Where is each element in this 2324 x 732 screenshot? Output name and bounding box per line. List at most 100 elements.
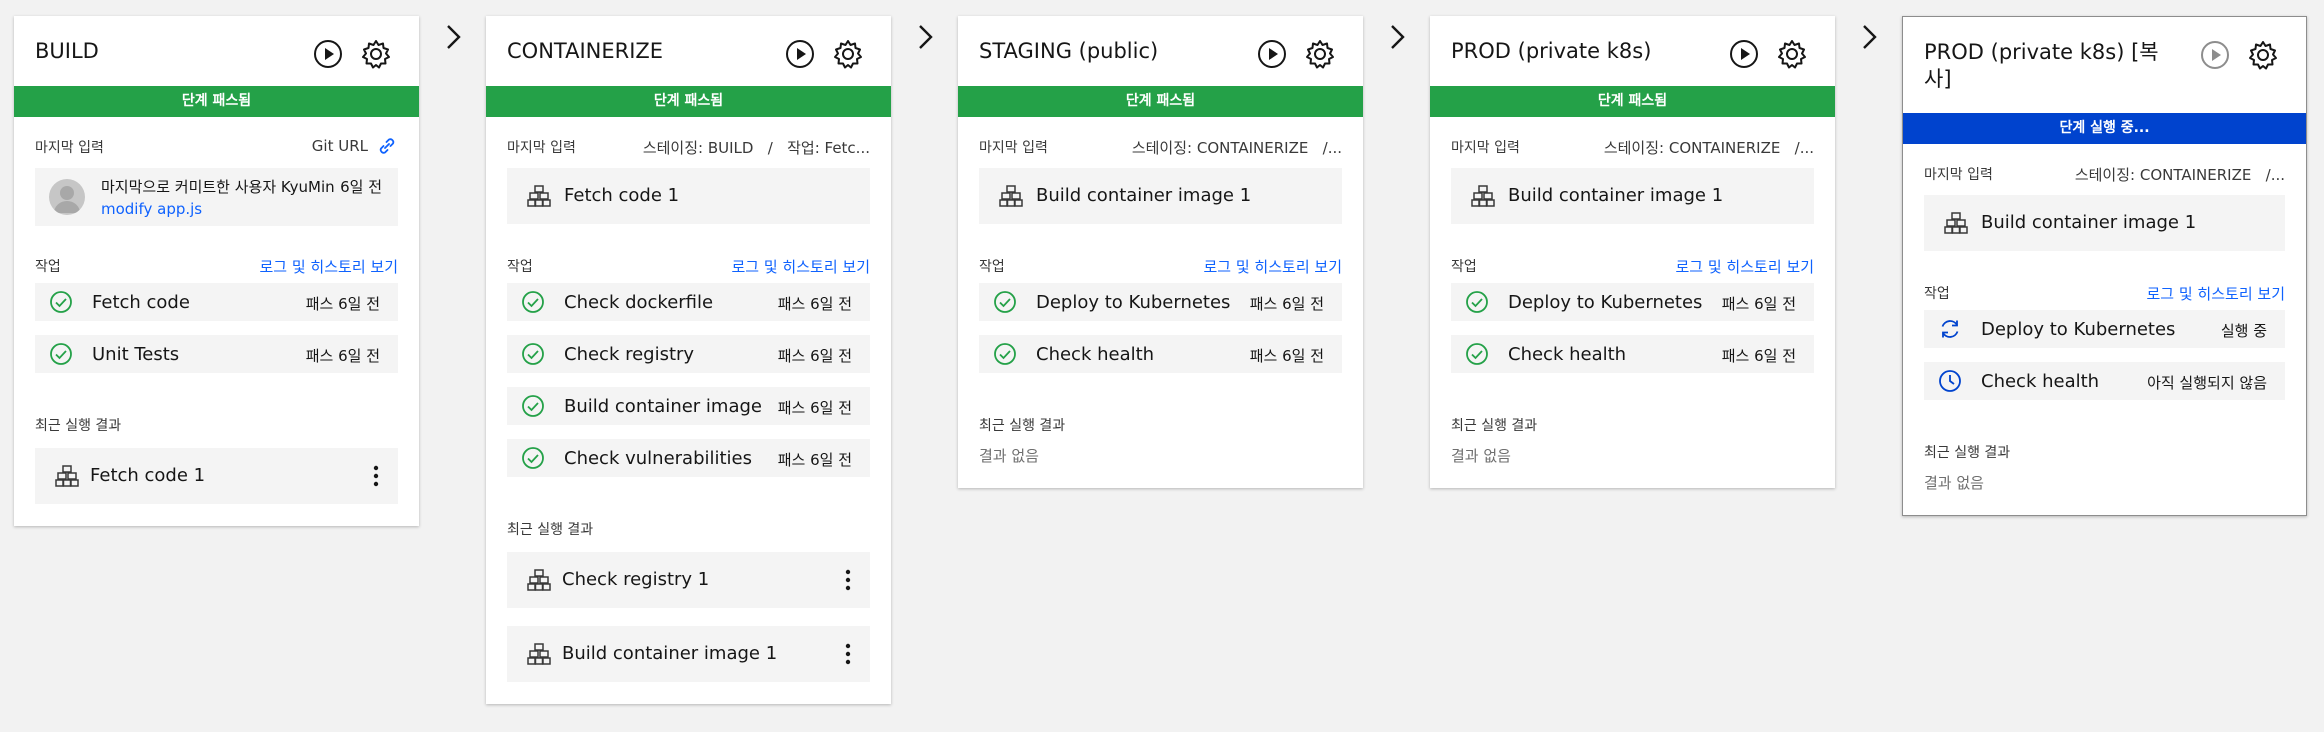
job-item[interactable]: Check dockerfile 패스 6일 전 [507, 283, 870, 321]
stage-header: PROD (private k8s) [복사] [1903, 17, 2306, 113]
job-name: Build container image [564, 396, 762, 417]
last-input-label: 마지막 입력 [35, 140, 104, 156]
check-circle-icon [994, 343, 1016, 365]
view-logs-link[interactable]: 로그 및 히스토리 보기 [731, 256, 870, 277]
recent-results-header: 최근 실행 결과 [507, 519, 870, 539]
stage-title: CONTAINERIZE [507, 39, 664, 63]
stage-title: STAGING (public) [979, 39, 1159, 63]
clock-icon [1939, 370, 1961, 392]
stage-header: BUILD [14, 16, 419, 86]
run-stage-button[interactable] [781, 35, 819, 73]
result-item[interactable]: Build container image 1 [507, 626, 870, 682]
recent-results-label: 최근 실행 결과 [1451, 418, 1538, 434]
stage-title: BUILD [35, 39, 99, 63]
jobs-header: 작업 로그 및 히스토리 보기 [979, 256, 1342, 276]
input-item[interactable]: Fetch code 1 [507, 168, 870, 224]
no-results-text: 결과 없음 [1924, 474, 1984, 492]
last-input-label: 마지막 입력 [507, 140, 576, 156]
job-status: 아직 실행되지 않음 [2147, 374, 2267, 392]
job-status: 패스 6일 전 [305, 295, 380, 313]
result-item[interactable]: Check registry 1 [507, 552, 870, 608]
run-stage-button[interactable] [1253, 35, 1291, 73]
overflow-menu-button[interactable] [836, 638, 860, 670]
job-item[interactable]: Deploy to Kubernetes 패스 6일 전 [1451, 283, 1814, 321]
check-circle-icon [522, 343, 544, 365]
input-item[interactable]: Build container image 1 [1924, 195, 2285, 251]
jobs-label: 작업 [979, 259, 1005, 275]
stage-status-bar: 단계 패스됨 [1430, 86, 1835, 117]
recent-results-label: 최근 실행 결과 [979, 418, 1066, 434]
job-name: Check health [1508, 344, 1627, 365]
artifact-icon [999, 185, 1023, 207]
job-item[interactable]: Deploy to Kubernetes 패스 6일 전 [979, 283, 1342, 321]
artifact-icon [1944, 212, 1968, 234]
artifact-icon [1471, 185, 1495, 207]
recent-results-header: 최근 실행 결과 [1451, 415, 1814, 435]
input-item-name: Build container image 1 [1508, 185, 1724, 206]
view-logs-link[interactable]: 로그 및 히스토리 보기 [1203, 256, 1342, 277]
input-source: 스테이징: CONTAINERIZE /... [1131, 139, 1342, 157]
job-item[interactable]: Check registry 패스 6일 전 [507, 335, 870, 373]
stage-settings-button[interactable] [1301, 35, 1339, 73]
sync-icon [1941, 320, 1959, 338]
recent-results-header: 최근 실행 결과 [35, 415, 398, 435]
commit-message: 마지막으로 커미트한 사용자 KyuMin [101, 178, 335, 196]
stage-header: PROD (private k8s) [1430, 16, 1835, 86]
overflow-menu-button[interactable] [364, 460, 388, 492]
job-item[interactable]: Check health 패스 6일 전 [1451, 335, 1814, 373]
stage-settings-button[interactable] [1773, 35, 1811, 73]
job-name: Check health [1981, 371, 2100, 392]
artifact-icon [527, 185, 551, 207]
play-icon [786, 40, 814, 68]
commit-link[interactable]: modify app.js [101, 200, 202, 218]
recent-results-label: 최근 실행 결과 [1924, 445, 2011, 461]
recent-results-label: 최근 실행 결과 [507, 522, 594, 538]
stage-settings-button[interactable] [2244, 36, 2282, 74]
job-item[interactable]: Fetch code 패스 6일 전 [35, 283, 398, 321]
stage-header: CONTAINERIZE [486, 16, 891, 86]
job-item[interactable]: Check vulnerabilities 패스 6일 전 [507, 439, 870, 477]
job-name: Check dockerfile [564, 292, 714, 313]
job-item[interactable]: Deploy to Kubernetes 실행 중 [1924, 310, 2285, 348]
job-status: 패스 6일 전 [305, 347, 380, 365]
view-logs-link[interactable]: 로그 및 히스토리 보기 [259, 256, 398, 277]
run-stage-button[interactable] [309, 35, 347, 73]
gear-icon [834, 40, 862, 69]
chevron-right-icon [447, 25, 461, 49]
input-item[interactable]: Build container image 1 [979, 168, 1342, 224]
artifact-icon [527, 569, 551, 591]
job-item[interactable]: Unit Tests 패스 6일 전 [35, 335, 398, 373]
job-name: Check health [1036, 344, 1155, 365]
overflow-menu-button[interactable] [836, 564, 860, 596]
job-status: 패스 6일 전 [777, 451, 852, 469]
run-stage-button[interactable] [1725, 35, 1763, 73]
result-item[interactable]: Fetch code 1 [35, 448, 398, 504]
recent-results-header: 최근 실행 결과 [1924, 442, 2285, 462]
check-circle-icon [522, 447, 544, 469]
stage-settings-button[interactable] [357, 35, 395, 73]
link-icon[interactable] [376, 135, 398, 161]
chevron-right-icon [1863, 25, 1877, 49]
input-source: Git URL [311, 137, 368, 155]
stage-title: PROD (private k8s) [1451, 39, 1652, 63]
input-source: 스테이징: BUILD / 작업: Fetc... [642, 139, 870, 157]
input-item-name: Fetch code 1 [564, 185, 680, 206]
run-stage-button[interactable] [2196, 36, 2234, 74]
input-item[interactable]: Build container image 1 [1451, 168, 1814, 224]
view-logs-link[interactable]: 로그 및 히스토리 보기 [1675, 256, 1814, 277]
last-input-row: 마지막 입력 Git URL [35, 137, 398, 157]
last-commit: 마지막으로 커미트한 사용자 KyuMin 6일 전 modify app.js [35, 168, 398, 226]
job-item[interactable]: Check health 패스 6일 전 [979, 335, 1342, 373]
job-item[interactable]: Build container image 패스 6일 전 [507, 387, 870, 425]
last-input-row: 마지막 입력 스테이징: BUILD / 작업: Fetc... [507, 137, 870, 157]
last-input-label: 마지막 입력 [979, 140, 1048, 156]
recent-results-label: 최근 실행 결과 [35, 418, 122, 434]
view-logs-link[interactable]: 로그 및 히스토리 보기 [2146, 283, 2285, 304]
check-circle-icon [50, 291, 72, 313]
stage-settings-button[interactable] [829, 35, 867, 73]
overflow-menu-icon [373, 465, 379, 487]
jobs-header: 작업 로그 및 히스토리 보기 [507, 256, 870, 276]
job-status: 패스 6일 전 [1721, 347, 1796, 365]
check-circle-icon [1466, 291, 1488, 313]
job-item[interactable]: Check health 아직 실행되지 않음 [1924, 362, 2285, 400]
